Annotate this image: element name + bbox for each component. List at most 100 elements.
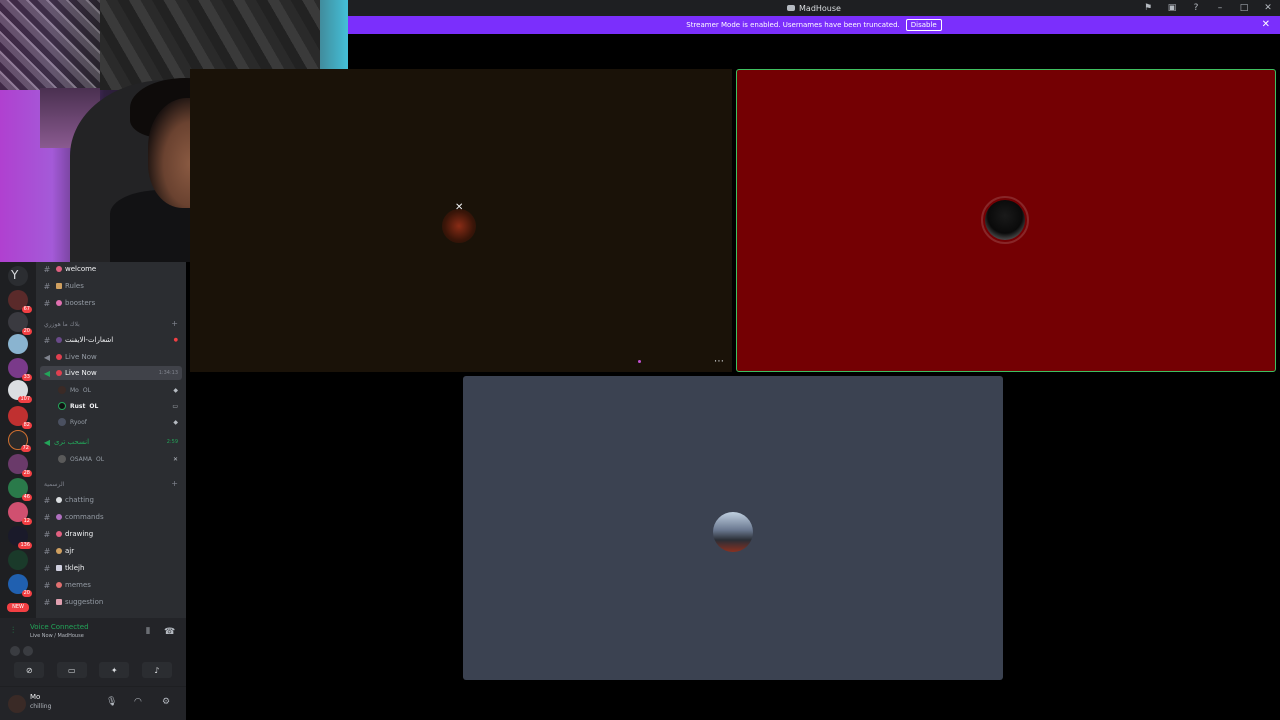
close-banner-icon[interactable]: ✕ <box>1262 19 1270 30</box>
camera-icon: ▭ <box>172 402 178 410</box>
settings-icon[interactable]: ⚙ <box>162 697 170 707</box>
noise-suppression-icon[interactable]: ⦀ <box>146 627 150 637</box>
live-icon <box>56 354 62 360</box>
mention-icon: ● <box>173 337 178 343</box>
muted-icon: ✕ <box>455 202 464 213</box>
avatar <box>58 386 66 394</box>
server-icon[interactable] <box>8 550 28 570</box>
channel-drawing[interactable]: # drawing <box>40 527 182 541</box>
hash-icon: # <box>43 563 51 573</box>
streaming-icon: ◆ <box>173 418 178 426</box>
voice-channel-live-2[interactable]: ◀ Live Now 1:34:13 <box>40 366 182 380</box>
channel-chatting[interactable]: # chatting <box>40 493 182 507</box>
deafened-icon: ✕ <box>172 455 178 463</box>
server-icon[interactable]: 28 <box>8 454 32 477</box>
maximize-icon[interactable]: □ <box>1238 2 1250 14</box>
voice-user[interactable]: Mo OL ◆ <box>58 384 178 396</box>
server-icon[interactable]: 20 <box>8 312 32 335</box>
username[interactable]: Mo <box>30 693 40 701</box>
channel-tklejh[interactable]: # tklejh <box>40 561 182 575</box>
window-titlebar: MadHouse ⚑ ▣ ? – □ ✕ <box>348 0 1280 16</box>
close-icon[interactable]: ✕ <box>1262 2 1274 14</box>
speaker-icon: ◀ <box>43 352 51 362</box>
activity-avatar[interactable] <box>10 646 20 656</box>
inbox-icon[interactable]: ▣ <box>1166 2 1178 14</box>
screen-share-icon[interactable]: ▭ <box>56 662 87 678</box>
channel-notify[interactable]: # اشعارات-الايفنت ● <box>40 333 182 347</box>
server-icon[interactable]: 67 <box>8 290 32 313</box>
channel-boosters[interactable]: # boosters <box>40 296 182 310</box>
channel-list: # welcome # Rules # boosters بلاك ما هوزري … <box>36 262 186 618</box>
user-avatar[interactable] <box>8 695 26 713</box>
activity-avatar[interactable] <box>23 646 33 656</box>
voice-channel-afk[interactable]: ◀ انسحب ترى 2:59 <box>40 435 182 449</box>
minimize-icon[interactable]: – <box>1214 2 1226 14</box>
microphone-icon[interactable]: 🎙︎ <box>106 697 117 707</box>
voice-action-row: ⊘ ▭ ✦ ♪ <box>8 662 178 678</box>
disable-streamer-button[interactable]: Disable <box>905 19 942 31</box>
channel-commands[interactable]: # commands <box>40 510 182 524</box>
user-status[interactable]: chilling <box>30 703 51 710</box>
channel-memes[interactable]: # memes <box>40 578 182 592</box>
bell-icon <box>56 337 62 343</box>
participant-avatar <box>442 209 476 243</box>
participant-avatar <box>985 200 1025 240</box>
camera-off-icon[interactable]: ⊘ <box>14 662 45 678</box>
signal-icon[interactable]: ⫶ <box>12 626 14 636</box>
soundboard-icon[interactable]: ♪ <box>141 662 172 678</box>
voice-user[interactable]: Ryoof ◆ <box>58 416 178 428</box>
call-timer: 1:34:13 <box>158 370 178 376</box>
voice-user[interactable]: OSAMA OL ✕ <box>58 453 178 465</box>
headphones-icon[interactable]: ◠ <box>134 697 142 707</box>
disconnect-icon[interactable]: ☎ <box>164 627 175 637</box>
hash-icon: # <box>43 495 51 505</box>
robot-icon <box>56 514 62 520</box>
server-icon[interactable]: 82 <box>8 406 32 429</box>
palette-icon <box>56 531 62 537</box>
category-text[interactable]: الرسمية <box>44 481 64 488</box>
voice-user[interactable]: Rust OL ▭ <box>58 400 178 412</box>
user-panel: Mo chilling 🎙︎ ◠ ⚙ <box>0 686 186 720</box>
voice-connected-label[interactable]: Voice Connected <box>30 623 89 631</box>
participant-avatar <box>713 512 753 552</box>
add-channel-icon[interactable]: + <box>171 319 178 328</box>
participant-tile[interactable] <box>463 376 1003 680</box>
server-icon[interactable]: 72 <box>8 430 31 452</box>
more-options-icon[interactable]: ⋯ <box>714 356 724 367</box>
server-icon[interactable] <box>8 334 28 354</box>
streamer-mode-banner: Streamer Mode is enabled. Usernames have… <box>348 16 1280 34</box>
flag-icon[interactable]: ⚑ <box>1142 2 1154 14</box>
voice-connection-panel: ⫶ Voice Connected Live Now / MadHouse ⦀ … <box>0 618 186 686</box>
channel-welcome[interactable]: # welcome <box>40 262 182 276</box>
server-icon[interactable]: 33 <box>8 358 32 381</box>
channel-ajr[interactable]: # ajr <box>40 544 182 558</box>
server-icon[interactable]: 20 <box>8 574 32 597</box>
channel-suggestion[interactable]: # suggestion <box>40 595 182 609</box>
add-channel-icon[interactable]: + <box>171 479 178 488</box>
page-icon <box>56 565 62 571</box>
hash-icon: # <box>43 281 51 291</box>
voice-channel-live-1[interactable]: ◀ Live Now <box>40 350 182 364</box>
channel-rules[interactable]: # Rules <box>40 279 182 293</box>
hash-icon: # <box>43 580 51 590</box>
star-icon <box>56 548 62 554</box>
server-icon[interactable]: 46 <box>8 478 32 501</box>
server-icon[interactable]: 136 <box>8 526 32 549</box>
server-icon[interactable]: 12 <box>8 502 32 525</box>
category-voice[interactable]: بلاك ما هوزري <box>44 321 80 328</box>
activity-row <box>10 646 33 656</box>
voice-location[interactable]: Live Now / MadHouse <box>30 633 84 639</box>
avatar <box>58 455 66 463</box>
avatar <box>58 418 66 426</box>
server-icon[interactable]: 107 <box>8 380 32 403</box>
participant-tile-speaking[interactable] <box>736 69 1276 372</box>
participant-tile[interactable]: ✕ ⋯ <box>190 69 732 372</box>
hash-icon: # <box>43 529 51 539</box>
avatar <box>58 402 66 410</box>
server-icon[interactable]: Y <box>8 266 28 286</box>
activities-icon[interactable]: ✦ <box>99 662 130 678</box>
new-badge: NEW <box>7 603 29 612</box>
hash-icon: # <box>43 298 51 308</box>
hash-icon: # <box>43 335 51 345</box>
help-icon[interactable]: ? <box>1190 2 1202 14</box>
